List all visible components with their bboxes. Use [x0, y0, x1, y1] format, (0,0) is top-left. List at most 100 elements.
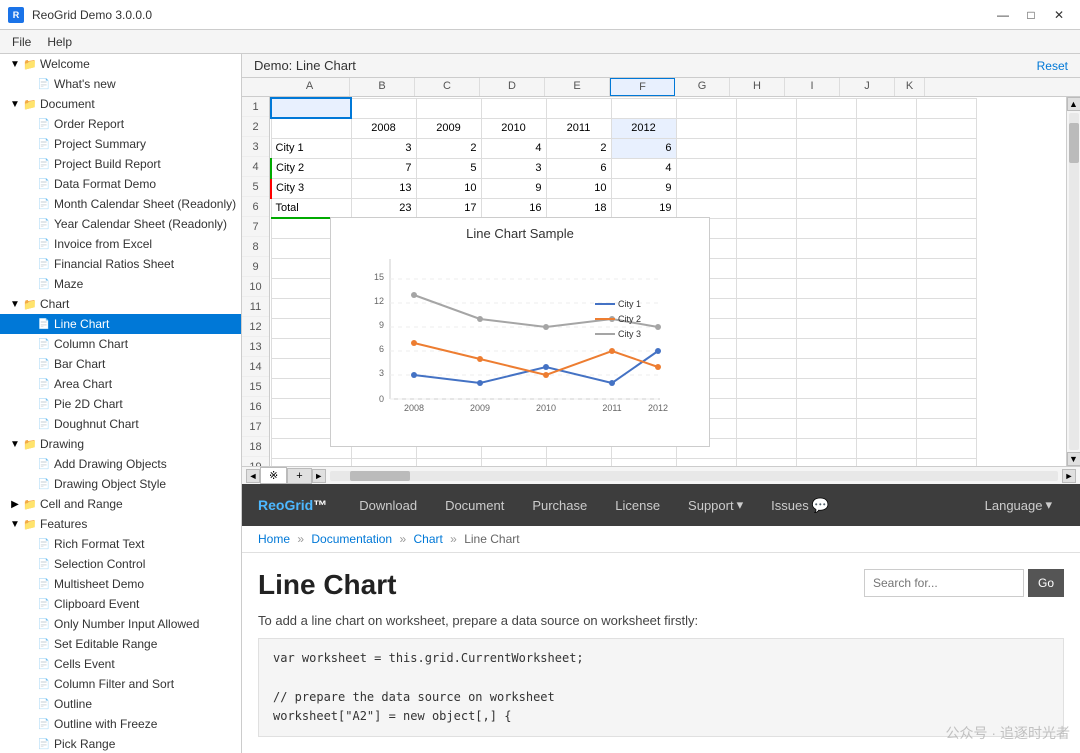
cell-e2[interactable]: 2011 [546, 118, 611, 138]
sidebar-item-drawing-style[interactable]: 📄 Drawing Object Style [0, 474, 241, 494]
cell-j7[interactable] [856, 218, 916, 238]
cell-g3[interactable] [676, 138, 736, 158]
cell-g2[interactable] [676, 118, 736, 138]
sidebar-item-outline-freeze[interactable]: 📄 Outline with Freeze [0, 714, 241, 734]
sidebar-item-order-report[interactable]: 📄 Order Report [0, 114, 241, 134]
breadcrumb-documentation[interactable]: Documentation [311, 532, 392, 546]
cell-f1[interactable] [611, 98, 676, 118]
cell-k4[interactable] [916, 158, 976, 178]
sidebar-item-editable-range[interactable]: 📄 Set Editable Range [0, 634, 241, 654]
sidebar-item-column-chart[interactable]: 📄 Column Chart [0, 334, 241, 354]
maximize-button[interactable]: □ [1018, 5, 1044, 25]
cell-f3[interactable]: 6 [611, 138, 676, 158]
cell-j2[interactable] [856, 118, 916, 138]
cell-g4[interactable] [676, 158, 736, 178]
cell-f2[interactable]: 2012 [611, 118, 676, 138]
sidebar-item-line-chart[interactable]: 📄 Line Chart [0, 314, 241, 334]
cell-h3[interactable] [736, 138, 796, 158]
cell-c5[interactable]: 10 [416, 178, 481, 198]
nav-link-document[interactable]: Document [433, 492, 516, 519]
sidebar-item-outline[interactable]: 📄 Outline [0, 694, 241, 714]
cell-a6[interactable]: Total [271, 198, 351, 218]
toggle-features[interactable]: ▼ [8, 517, 22, 531]
cell-d5[interactable]: 9 [481, 178, 546, 198]
sidebar-item-chart[interactable]: ▼ 📁 Chart [0, 294, 241, 314]
cell-f4[interactable]: 4 [611, 158, 676, 178]
cell-h6[interactable] [736, 198, 796, 218]
sidebar-item-drawing[interactable]: ▼ 📁 Drawing [0, 434, 241, 454]
cell-h2[interactable] [736, 118, 796, 138]
cell-a5[interactable]: City 3 [271, 178, 351, 198]
cell-i7[interactable] [796, 218, 856, 238]
scroll-up-arrow[interactable]: ▲ [1067, 97, 1080, 111]
cell-c3[interactable]: 2 [416, 138, 481, 158]
cell-a3[interactable]: City 1 [271, 138, 351, 158]
cell-g6[interactable] [676, 198, 736, 218]
search-button[interactable]: Go [1028, 569, 1064, 597]
cell-g1[interactable] [676, 98, 736, 118]
cell-h1[interactable] [736, 98, 796, 118]
cell-d1[interactable] [481, 98, 546, 118]
sidebar-item-number-input[interactable]: 📄 Only Number Input Allowed [0, 614, 241, 634]
sidebar-item-project-build[interactable]: 📄 Project Build Report [0, 154, 241, 174]
cell-a4[interactable]: City 2 [271, 158, 351, 178]
cell-b3[interactable]: 3 [351, 138, 416, 158]
scroll-thumb-v[interactable] [1069, 123, 1079, 163]
search-input[interactable] [864, 569, 1024, 597]
cell-j1[interactable] [856, 98, 916, 118]
cell-b2[interactable]: 2008 [351, 118, 416, 138]
sidebar-item-area-chart[interactable]: 📄 Area Chart [0, 374, 241, 394]
toggle-cell-range[interactable]: ▶ [8, 497, 22, 511]
cell-e3[interactable]: 2 [546, 138, 611, 158]
sidebar-item-clipboard[interactable]: 📄 Clipboard Event [0, 594, 241, 614]
cell-j3[interactable] [856, 138, 916, 158]
cell-e6[interactable]: 18 [546, 198, 611, 218]
cell-k3[interactable] [916, 138, 976, 158]
cell-g5[interactable] [676, 178, 736, 198]
sidebar-item-whats-new[interactable]: 📄 What's new [0, 74, 241, 94]
cell-k1[interactable] [916, 98, 976, 118]
cell-f5[interactable]: 9 [611, 178, 676, 198]
nav-link-language[interactable]: Language ▾ [973, 491, 1064, 519]
cell-a2[interactable] [271, 118, 351, 138]
cell-k6[interactable] [916, 198, 976, 218]
sidebar-item-financial[interactable]: 📄 Financial Ratios Sheet [0, 254, 241, 274]
scroll-far-right[interactable]: ► [1062, 469, 1076, 483]
cell-k2[interactable] [916, 118, 976, 138]
sidebar-item-bar-chart[interactable]: 📄 Bar Chart [0, 354, 241, 374]
sidebar-item-multisheet[interactable]: 📄 Multisheet Demo [0, 574, 241, 594]
nav-link-purchase[interactable]: Purchase [520, 492, 599, 519]
sidebar-item-welcome[interactable]: ▼ 📁 Welcome [0, 54, 241, 74]
sidebar-item-month-calendar[interactable]: 📄 Month Calendar Sheet (Readonly) [0, 194, 241, 214]
cell-b6[interactable]: 23 [351, 198, 416, 218]
cell-a1[interactable] [271, 98, 351, 118]
menu-help[interactable]: Help [39, 33, 80, 51]
cell-j4[interactable] [856, 158, 916, 178]
toggle-document[interactable]: ▼ [8, 97, 22, 111]
cell-e4[interactable]: 6 [546, 158, 611, 178]
cell-b4[interactable]: 7 [351, 158, 416, 178]
sidebar-item-pie-chart[interactable]: 📄 Pie 2D Chart [0, 394, 241, 414]
sidebar-item-cells-event[interactable]: 📄 Cells Event [0, 654, 241, 674]
sidebar-item-data-format[interactable]: 📄 Data Format Demo [0, 174, 241, 194]
sidebar-item-cell-range[interactable]: ▶ 📁 Cell and Range [0, 494, 241, 514]
cell-j5[interactable] [856, 178, 916, 198]
cell-c6[interactable]: 17 [416, 198, 481, 218]
scroll-left-arrow[interactable]: ◄ [246, 469, 260, 483]
cell-c2[interactable]: 2009 [416, 118, 481, 138]
breadcrumb-home[interactable]: Home [258, 532, 290, 546]
nav-link-support[interactable]: Support ▾ [676, 491, 755, 519]
cell-f6[interactable]: 19 [611, 198, 676, 218]
menu-file[interactable]: File [4, 33, 39, 51]
cell-i4[interactable] [796, 158, 856, 178]
reset-link[interactable]: Reset [1037, 59, 1068, 73]
cell-h7[interactable] [736, 218, 796, 238]
cell-k7[interactable] [916, 218, 976, 238]
cell-d2[interactable]: 2010 [481, 118, 546, 138]
cell-e5[interactable]: 10 [546, 178, 611, 198]
sidebar-item-selection-control[interactable]: 📄 Selection Control [0, 554, 241, 574]
sidebar-item-add-drawing[interactable]: 📄 Add Drawing Objects [0, 454, 241, 474]
nav-link-issues[interactable]: Issues 💬 [759, 491, 841, 520]
sheet-tab-default[interactable]: ※ [260, 467, 287, 484]
toggle-chart[interactable]: ▼ [8, 297, 22, 311]
